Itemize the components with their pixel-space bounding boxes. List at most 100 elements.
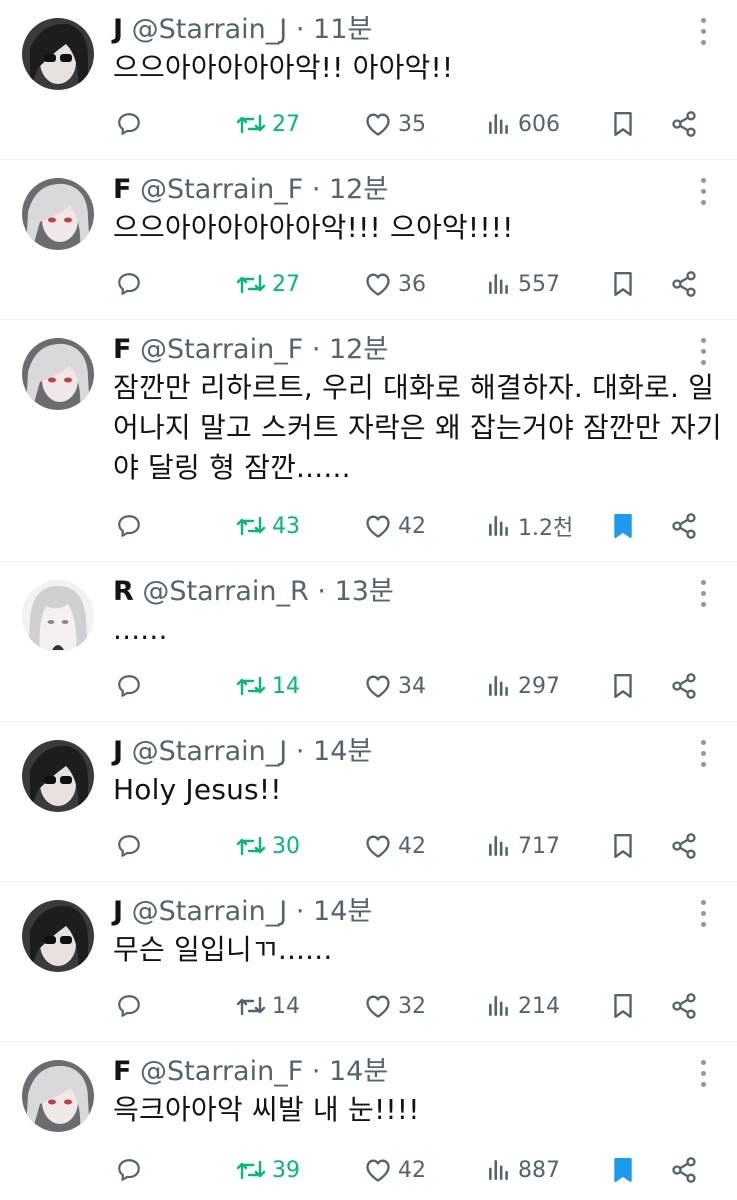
more-options-icon[interactable] [701, 18, 707, 46]
handle[interactable]: @Starrain_F · 14분 [140, 1056, 388, 1087]
avatar[interactable] [22, 900, 94, 972]
heart-icon [366, 1159, 390, 1182]
like-button[interactable]: 42 [364, 1150, 426, 1190]
tweet[interactable]: J @Starrain_J · 11분 으으아아아아아악!! 아아악!! 27 … [0, 0, 737, 160]
like-button[interactable]: 32 [364, 986, 426, 1026]
like-button[interactable]: 34 [364, 666, 426, 706]
retweet-count: 14 [272, 673, 300, 699]
reply-button[interactable] [116, 104, 142, 144]
handle[interactable]: @Starrain_R · 13분 [142, 576, 393, 607]
tweet-text: 으으아아아아아악!! 아아악!! [113, 51, 454, 84]
heart-icon [366, 995, 390, 1018]
retweet-icon [236, 1160, 266, 1180]
handle[interactable]: @Starrain_J · 11분 [132, 14, 373, 45]
timestamp[interactable]: 11분 [313, 14, 372, 45]
bookmark-button[interactable] [610, 826, 636, 866]
more-options-icon[interactable] [701, 338, 707, 366]
heart-icon [366, 113, 390, 136]
retweet-button[interactable]: 14 [236, 666, 300, 706]
retweet-button[interactable]: 27 [236, 264, 300, 304]
display-name[interactable]: F [113, 334, 131, 365]
reply-button[interactable] [116, 264, 142, 304]
analytics-icon [489, 676, 508, 696]
bookmark-button[interactable] [610, 1150, 636, 1190]
share-button[interactable] [670, 666, 698, 706]
avatar[interactable] [22, 18, 94, 90]
tweet[interactable]: R @Starrain_R · 13분 ...... 14 34 297 [0, 562, 737, 722]
like-button[interactable]: 42 [364, 826, 426, 866]
retweet-button[interactable]: 30 [236, 826, 300, 866]
heart-icon [366, 515, 390, 538]
share-button[interactable] [670, 826, 698, 866]
avatar[interactable] [22, 580, 94, 652]
display-name[interactable]: R [113, 576, 134, 607]
views-button[interactable]: 717 [486, 826, 560, 866]
tweet[interactable]: F @Starrain_F · 12분 으으아아아아아아악!!! 으아악!!!!… [0, 160, 737, 320]
avatar[interactable] [22, 338, 94, 410]
handle[interactable]: @Starrain_J · 14분 [132, 896, 373, 927]
views-button[interactable]: 606 [486, 104, 560, 144]
reply-button[interactable] [116, 1150, 142, 1190]
views-button[interactable]: 214 [486, 986, 560, 1026]
display-name[interactable]: F [113, 174, 131, 205]
avatar[interactable] [22, 178, 94, 250]
like-button[interactable]: 35 [364, 104, 426, 144]
bookmark-filled-icon [614, 1158, 632, 1182]
share-button[interactable] [670, 264, 698, 304]
bookmark-icon [614, 994, 632, 1018]
display-name[interactable]: J [113, 736, 123, 767]
more-options-icon[interactable] [701, 178, 707, 206]
more-options-icon[interactable] [701, 900, 707, 928]
heart-icon [366, 675, 390, 698]
share-button[interactable] [670, 104, 698, 144]
retweet-button[interactable]: 14 [236, 986, 300, 1026]
reply-button[interactable] [116, 506, 142, 546]
views-button[interactable]: 1.2천 [486, 506, 573, 546]
reply-button[interactable] [116, 826, 142, 866]
tweet[interactable]: F @Starrain_F · 14분 윽크아아악 씨발 내 눈!!!! 39 … [0, 1042, 737, 1200]
retweet-count: 27 [272, 111, 300, 137]
reply-icon [118, 1159, 140, 1181]
views-button[interactable]: 557 [486, 264, 560, 304]
retweet-button[interactable]: 43 [236, 506, 300, 546]
reply-button[interactable] [116, 986, 142, 1026]
timestamp[interactable]: 14분 [329, 1056, 388, 1087]
retweet-button[interactable]: 27 [236, 104, 300, 144]
reply-button[interactable] [116, 666, 142, 706]
view-count: 1.2천 [518, 516, 574, 541]
timestamp[interactable]: 14분 [313, 736, 372, 767]
share-button[interactable] [670, 1150, 698, 1190]
tweet[interactable]: J @Starrain_J · 14분 무슨 일입니ㄲ...... 14 32 … [0, 882, 737, 1042]
handle[interactable]: @Starrain_F · 12분 [140, 334, 388, 365]
like-count: 42 [398, 1157, 426, 1183]
like-button[interactable]: 42 [364, 506, 426, 546]
bookmark-button[interactable] [610, 506, 636, 546]
timestamp[interactable]: 12분 [329, 174, 388, 205]
display-name[interactable]: J [113, 14, 123, 45]
handle[interactable]: @Starrain_F · 12분 [140, 174, 388, 205]
more-options-icon[interactable] [701, 580, 707, 608]
bookmark-button[interactable] [610, 104, 636, 144]
handle[interactable]: @Starrain_J · 14분 [132, 736, 373, 767]
tweet[interactable]: J @Starrain_J · 14분 Holy Jesus!! 30 42 7… [0, 722, 737, 882]
timestamp[interactable]: 13분 [335, 576, 394, 607]
share-button[interactable] [670, 986, 698, 1026]
display-name[interactable]: J [113, 896, 123, 927]
timestamp[interactable]: 12분 [329, 334, 388, 365]
more-options-icon[interactable] [701, 740, 707, 768]
avatar[interactable] [22, 1060, 94, 1132]
bookmark-button[interactable] [610, 666, 636, 706]
retweet-button[interactable]: 39 [236, 1150, 300, 1190]
display-name[interactable]: F [113, 1056, 131, 1087]
analytics-icon [489, 516, 508, 536]
bookmark-button[interactable] [610, 264, 636, 304]
views-button[interactable]: 887 [486, 1150, 560, 1190]
bookmark-button[interactable] [610, 986, 636, 1026]
timestamp[interactable]: 14분 [313, 896, 372, 927]
tweet[interactable]: F @Starrain_F · 12분 잠깐만 리하르트, 우리 대화로 해결하… [0, 320, 737, 562]
more-options-icon[interactable] [701, 1060, 707, 1088]
avatar[interactable] [22, 740, 94, 812]
like-button[interactable]: 36 [364, 264, 426, 304]
views-button[interactable]: 297 [486, 666, 560, 706]
share-button[interactable] [670, 506, 698, 546]
